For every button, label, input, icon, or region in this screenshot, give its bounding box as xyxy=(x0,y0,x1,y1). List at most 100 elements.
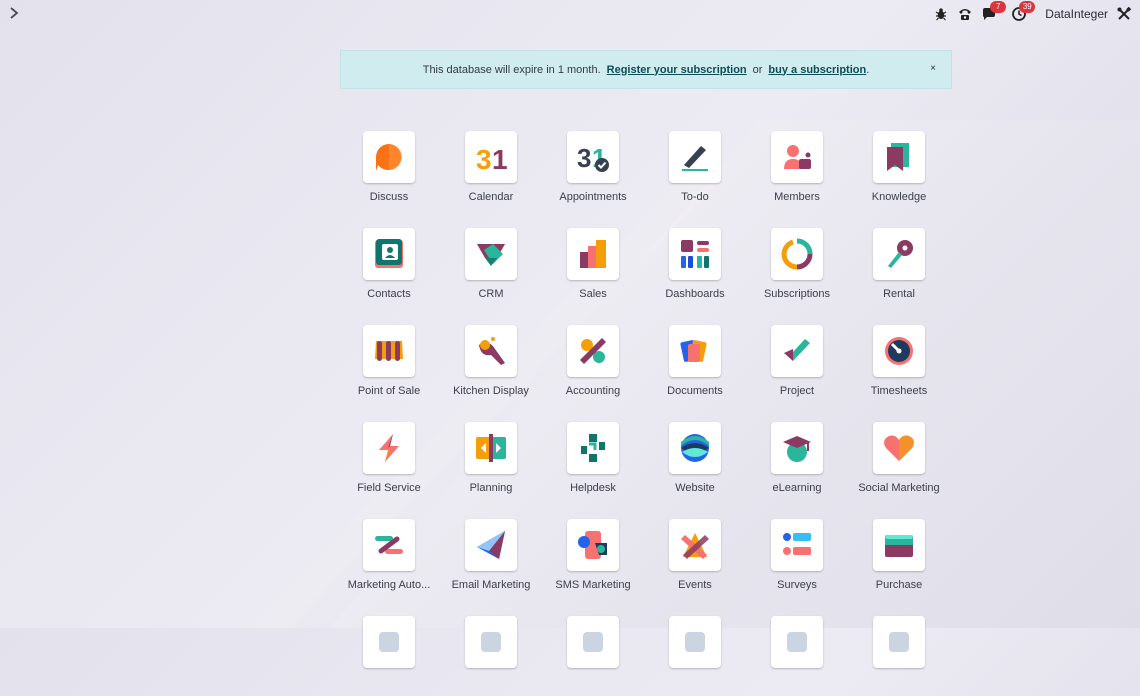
app-more-35[interactable] xyxy=(848,616,950,696)
phone-icon[interactable] xyxy=(957,6,973,22)
app-documents[interactable]: Documents xyxy=(644,325,746,405)
subscription-banner: This database will expire in 1 month. Re… xyxy=(340,50,952,89)
app-website[interactable]: Website xyxy=(644,422,746,502)
app-label: eLearning xyxy=(772,482,822,494)
app-dashboards[interactable]: Dashboards xyxy=(644,228,746,308)
app-icon xyxy=(771,616,823,668)
app-label: Marketing Auto... xyxy=(347,579,431,591)
app-label: CRM xyxy=(478,288,504,300)
svg-text:3: 3 xyxy=(577,143,591,173)
app-to-do[interactable]: To-do xyxy=(644,131,746,211)
app-marketing-auto[interactable]: Marketing Auto... xyxy=(338,519,440,599)
register-subscription-link[interactable]: Register your subscription xyxy=(607,64,747,76)
app-icon xyxy=(567,616,619,668)
app-field-service[interactable]: Field Service xyxy=(338,422,440,502)
app-label: Purchase xyxy=(875,579,923,591)
chat-icon[interactable]: 7 xyxy=(981,1,1007,22)
app-knowledge[interactable]: Knowledge xyxy=(848,131,950,211)
app-more-31[interactable] xyxy=(440,616,542,696)
bug-icon[interactable] xyxy=(933,6,949,22)
messages-badge: 7 xyxy=(990,1,1007,13)
app-icon xyxy=(669,616,721,668)
app-email-marketing[interactable]: Email Marketing xyxy=(440,519,542,599)
app-subscriptions[interactable]: Subscriptions xyxy=(746,228,848,308)
chevron-right-icon[interactable] xyxy=(8,6,22,22)
knowledge-icon xyxy=(873,131,925,183)
app-timesheets[interactable]: Timesheets xyxy=(848,325,950,405)
app-icon xyxy=(873,616,925,668)
app-more-34[interactable] xyxy=(746,616,848,696)
app-label: Contacts xyxy=(367,288,411,300)
email-marketing-icon xyxy=(465,519,517,571)
events-icon xyxy=(669,519,721,571)
app-helpdesk[interactable]: Helpdesk xyxy=(542,422,644,502)
app-social-marketing[interactable]: Social Marketing xyxy=(848,422,950,502)
banner-or-text: or xyxy=(752,63,763,76)
app-icon xyxy=(363,616,415,668)
systray: 7 39 DataInteger xyxy=(933,1,1132,24)
app-more-32[interactable] xyxy=(542,616,644,696)
crm-icon xyxy=(465,228,517,280)
buy-subscription-link[interactable]: buy a subscription xyxy=(768,64,866,76)
calendar-icon: 31 xyxy=(465,131,517,183)
app-label: Documents xyxy=(667,385,723,397)
app-label: Point of Sale xyxy=(357,385,421,397)
app-label: Timesheets xyxy=(870,385,928,397)
banner-end-text: . xyxy=(866,63,870,76)
app-purchase[interactable]: Purchase xyxy=(848,519,950,599)
app-planning[interactable]: Planning xyxy=(440,422,542,502)
app-elearning[interactable]: eLearning xyxy=(746,422,848,502)
app-label: Helpdesk xyxy=(570,482,616,494)
activities-badge: 39 xyxy=(1019,1,1036,13)
app-rental[interactable]: Rental xyxy=(848,228,950,308)
surveys-icon xyxy=(771,519,823,571)
project-icon xyxy=(771,325,823,377)
close-icon[interactable]: × xyxy=(926,62,940,76)
top-navbar: 7 39 DataInteger xyxy=(0,0,1140,28)
todo-icon xyxy=(669,131,721,183)
timesheets-icon xyxy=(873,325,925,377)
app-calendar[interactable]: 3 1 Calendar xyxy=(440,131,542,211)
app-label: Kitchen Display xyxy=(453,385,529,397)
app-kitchen-display[interactable]: Kitchen Display xyxy=(440,325,542,405)
sms-marketing-icon xyxy=(567,519,619,571)
app-contacts[interactable]: Contacts xyxy=(338,228,440,308)
marketing-automation-icon xyxy=(363,519,415,571)
app-discuss[interactable]: Discuss xyxy=(338,131,440,211)
field-service-icon xyxy=(363,422,415,474)
app-icon xyxy=(465,616,517,668)
app-appointments[interactable]: 3 1 Appointments xyxy=(542,131,644,211)
app-sales[interactable]: Sales xyxy=(542,228,644,308)
app-label: Rental xyxy=(883,288,915,300)
app-label: Calendar xyxy=(468,191,514,203)
discuss-icon xyxy=(363,131,415,183)
app-project[interactable]: Project xyxy=(746,325,848,405)
app-members[interactable]: Members xyxy=(746,131,848,211)
app-more-30[interactable] xyxy=(338,616,440,696)
svg-text:3: 3 xyxy=(476,144,492,173)
helpdesk-icon xyxy=(567,422,619,474)
dashboards-icon xyxy=(669,228,721,280)
app-label: Knowledge xyxy=(871,191,927,203)
clock-icon[interactable]: 39 xyxy=(1011,1,1036,22)
app-point-of-sale[interactable]: Point of Sale xyxy=(338,325,440,405)
point-of-sale-icon xyxy=(363,325,415,377)
app-surveys[interactable]: Surveys xyxy=(746,519,848,599)
app-label: Appointments xyxy=(559,191,627,203)
tools-icon[interactable] xyxy=(1116,6,1132,22)
planning-icon xyxy=(465,422,517,474)
company-switcher[interactable]: DataInteger xyxy=(1045,7,1108,21)
app-label: Planning xyxy=(469,482,513,494)
elearning-icon xyxy=(771,422,823,474)
app-events[interactable]: Events xyxy=(644,519,746,599)
members-icon xyxy=(771,131,823,183)
app-accounting[interactable]: Accounting xyxy=(542,325,644,405)
accounting-icon xyxy=(567,325,619,377)
app-label: To-do xyxy=(681,191,709,203)
website-icon xyxy=(669,422,721,474)
banner-message: This database will expire in 1 month. xyxy=(422,63,601,76)
app-crm[interactable]: CRM xyxy=(440,228,542,308)
app-label: Discuss xyxy=(369,191,409,203)
app-sms-marketing[interactable]: SMS Marketing xyxy=(542,519,644,599)
app-more-33[interactable] xyxy=(644,616,746,696)
